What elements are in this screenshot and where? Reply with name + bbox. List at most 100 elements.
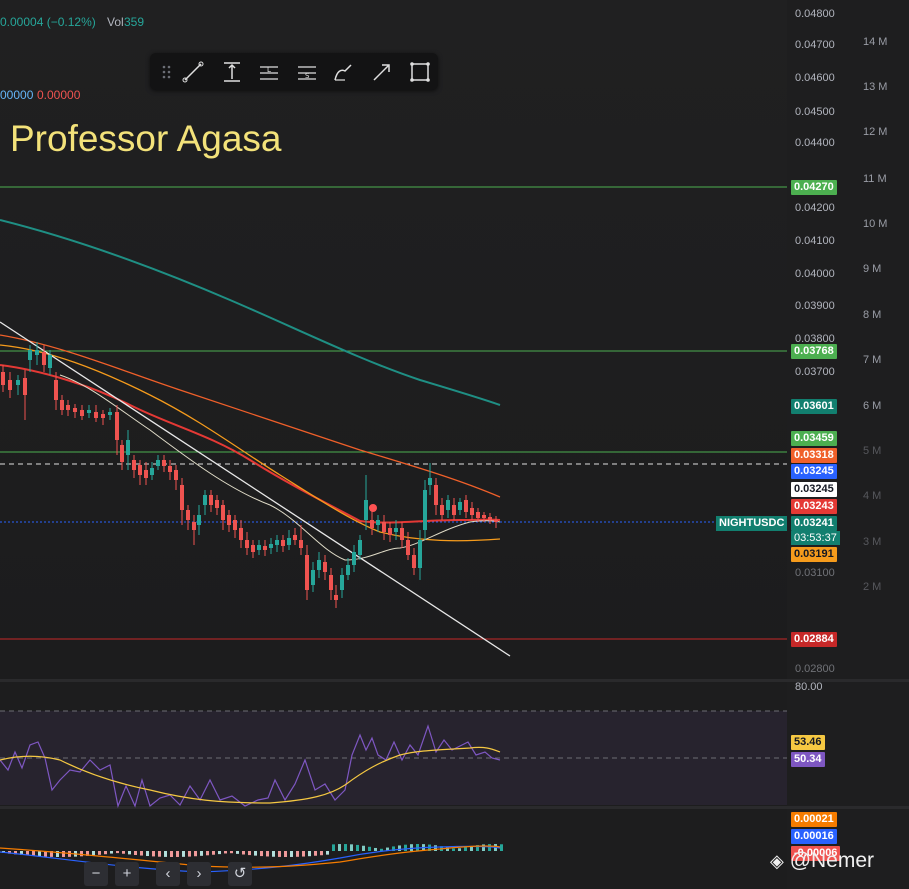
rectangle-tool-icon[interactable] bbox=[407, 59, 433, 85]
rsi-ma-value-label: 50.34 bbox=[791, 752, 825, 767]
candle-body bbox=[423, 490, 427, 530]
candle-body bbox=[245, 540, 249, 548]
candle-body bbox=[382, 522, 386, 532]
macd-bar bbox=[188, 851, 191, 857]
candle-body bbox=[317, 560, 321, 570]
candle-body bbox=[251, 545, 255, 552]
candle-body bbox=[287, 538, 291, 545]
candle-body bbox=[305, 555, 309, 590]
candle-body bbox=[174, 470, 178, 480]
macd-bar bbox=[398, 845, 401, 851]
macd-bar bbox=[290, 851, 293, 857]
candle-body bbox=[60, 400, 64, 410]
long-position-tool-icon[interactable]: L bbox=[256, 59, 282, 85]
overlay-title: Professor Agasa bbox=[10, 118, 282, 159]
candle-body bbox=[138, 465, 142, 475]
candle-body bbox=[186, 510, 190, 520]
zoom-in-button[interactable]: + bbox=[115, 862, 139, 886]
price-label: 0.03318 bbox=[791, 448, 837, 463]
price-tick: 0.04500 bbox=[795, 106, 835, 118]
candle-body bbox=[400, 528, 404, 540]
brush-tool-icon[interactable] bbox=[331, 59, 357, 85]
macd-bar bbox=[332, 844, 335, 851]
svg-text:S: S bbox=[305, 72, 310, 80]
candle-body bbox=[233, 520, 237, 530]
price-label: 0.03768 bbox=[791, 344, 837, 359]
scroll-right-button[interactable]: › bbox=[187, 862, 211, 886]
macd-value-1: 0.00021 bbox=[791, 812, 837, 827]
macd-bar bbox=[176, 851, 179, 857]
candle-body bbox=[144, 470, 148, 478]
macd-bar bbox=[248, 851, 251, 856]
countdown-label: 03:53:37 bbox=[791, 531, 840, 545]
volume-tick: 11 M bbox=[863, 173, 887, 185]
rsi-line bbox=[0, 724, 501, 809]
price-label: 0.03245 bbox=[791, 464, 837, 479]
candle-body bbox=[376, 520, 380, 525]
candle-body bbox=[8, 380, 12, 390]
price-label: 0.02884 bbox=[791, 632, 837, 647]
macd-bar bbox=[434, 845, 437, 851]
macd-bar bbox=[350, 844, 353, 851]
candle-body bbox=[150, 468, 154, 475]
price-label-tool-icon[interactable]: S bbox=[294, 59, 320, 85]
candle-body bbox=[458, 502, 462, 510]
volume-tick: 8 M bbox=[863, 309, 882, 321]
symbol-tag: NIGHTUSDC bbox=[716, 516, 788, 531]
candle-body bbox=[275, 540, 279, 545]
macd-bar bbox=[278, 851, 281, 857]
price-tick: 0.04800 bbox=[795, 8, 835, 20]
macd-bar bbox=[206, 851, 209, 856]
candle-body bbox=[35, 350, 39, 355]
legend-line2-a: 00000 bbox=[0, 88, 34, 102]
price-label: 0.03245 bbox=[791, 482, 837, 497]
volume-tick: 5 M bbox=[863, 445, 882, 457]
macd-bar bbox=[368, 846, 371, 851]
price-tick: 0.04000 bbox=[795, 268, 835, 280]
zoom-out-button[interactable]: − bbox=[84, 862, 108, 886]
candle-body bbox=[221, 505, 225, 520]
candle-body bbox=[23, 378, 27, 395]
candle-body bbox=[418, 540, 422, 568]
volume-tick: 7 M bbox=[863, 354, 882, 366]
candle-body bbox=[388, 528, 392, 535]
macd-bar bbox=[194, 851, 197, 857]
drag-handle-icon[interactable] bbox=[154, 59, 171, 85]
volume-tick: 12 M bbox=[863, 126, 888, 138]
arrow-tool-icon[interactable] bbox=[369, 59, 395, 85]
macd-bar bbox=[134, 851, 137, 856]
macd-bar bbox=[302, 851, 305, 857]
candle-body bbox=[434, 485, 438, 505]
candle-body bbox=[329, 575, 333, 590]
rsi-value-label: 53.46 bbox=[791, 735, 825, 750]
candle-body bbox=[126, 440, 130, 455]
rsi-ma-line bbox=[0, 746, 501, 804]
price-tick: 0.03900 bbox=[795, 300, 835, 312]
candle-body bbox=[66, 405, 70, 410]
scroll-left-button[interactable]: ‹ bbox=[156, 862, 180, 886]
price-label: 0.03601 bbox=[791, 399, 837, 414]
macd-bar bbox=[224, 851, 227, 854]
price-tick: 0.02800 bbox=[795, 663, 835, 675]
price-tick: 0.03700 bbox=[795, 366, 835, 378]
macd-bar bbox=[338, 844, 341, 851]
volume-tick: 14 M bbox=[863, 36, 888, 48]
fixed-range-tool-icon[interactable] bbox=[219, 59, 245, 85]
macd-bar bbox=[314, 851, 317, 856]
candle-body bbox=[293, 535, 297, 540]
macd-bar bbox=[272, 851, 275, 857]
candle-body bbox=[227, 515, 231, 525]
candle-body bbox=[73, 408, 77, 412]
trend-line-tool-icon[interactable] bbox=[180, 59, 206, 85]
macd-bar bbox=[410, 844, 413, 851]
reset-chart-button[interactable]: ↺ bbox=[228, 862, 252, 886]
candle-body bbox=[476, 512, 480, 518]
candle-body bbox=[94, 412, 98, 418]
chart-root: 0.04800 0.04700 0.04600 0.04500 0.04400 0.042… bbox=[0, 0, 909, 889]
macd-bar bbox=[362, 845, 365, 851]
candle-body bbox=[54, 380, 58, 400]
trend-line bbox=[0, 321, 511, 657]
macd-bar bbox=[452, 848, 455, 851]
macd-bar bbox=[236, 851, 239, 854]
macd-bar bbox=[152, 851, 155, 857]
